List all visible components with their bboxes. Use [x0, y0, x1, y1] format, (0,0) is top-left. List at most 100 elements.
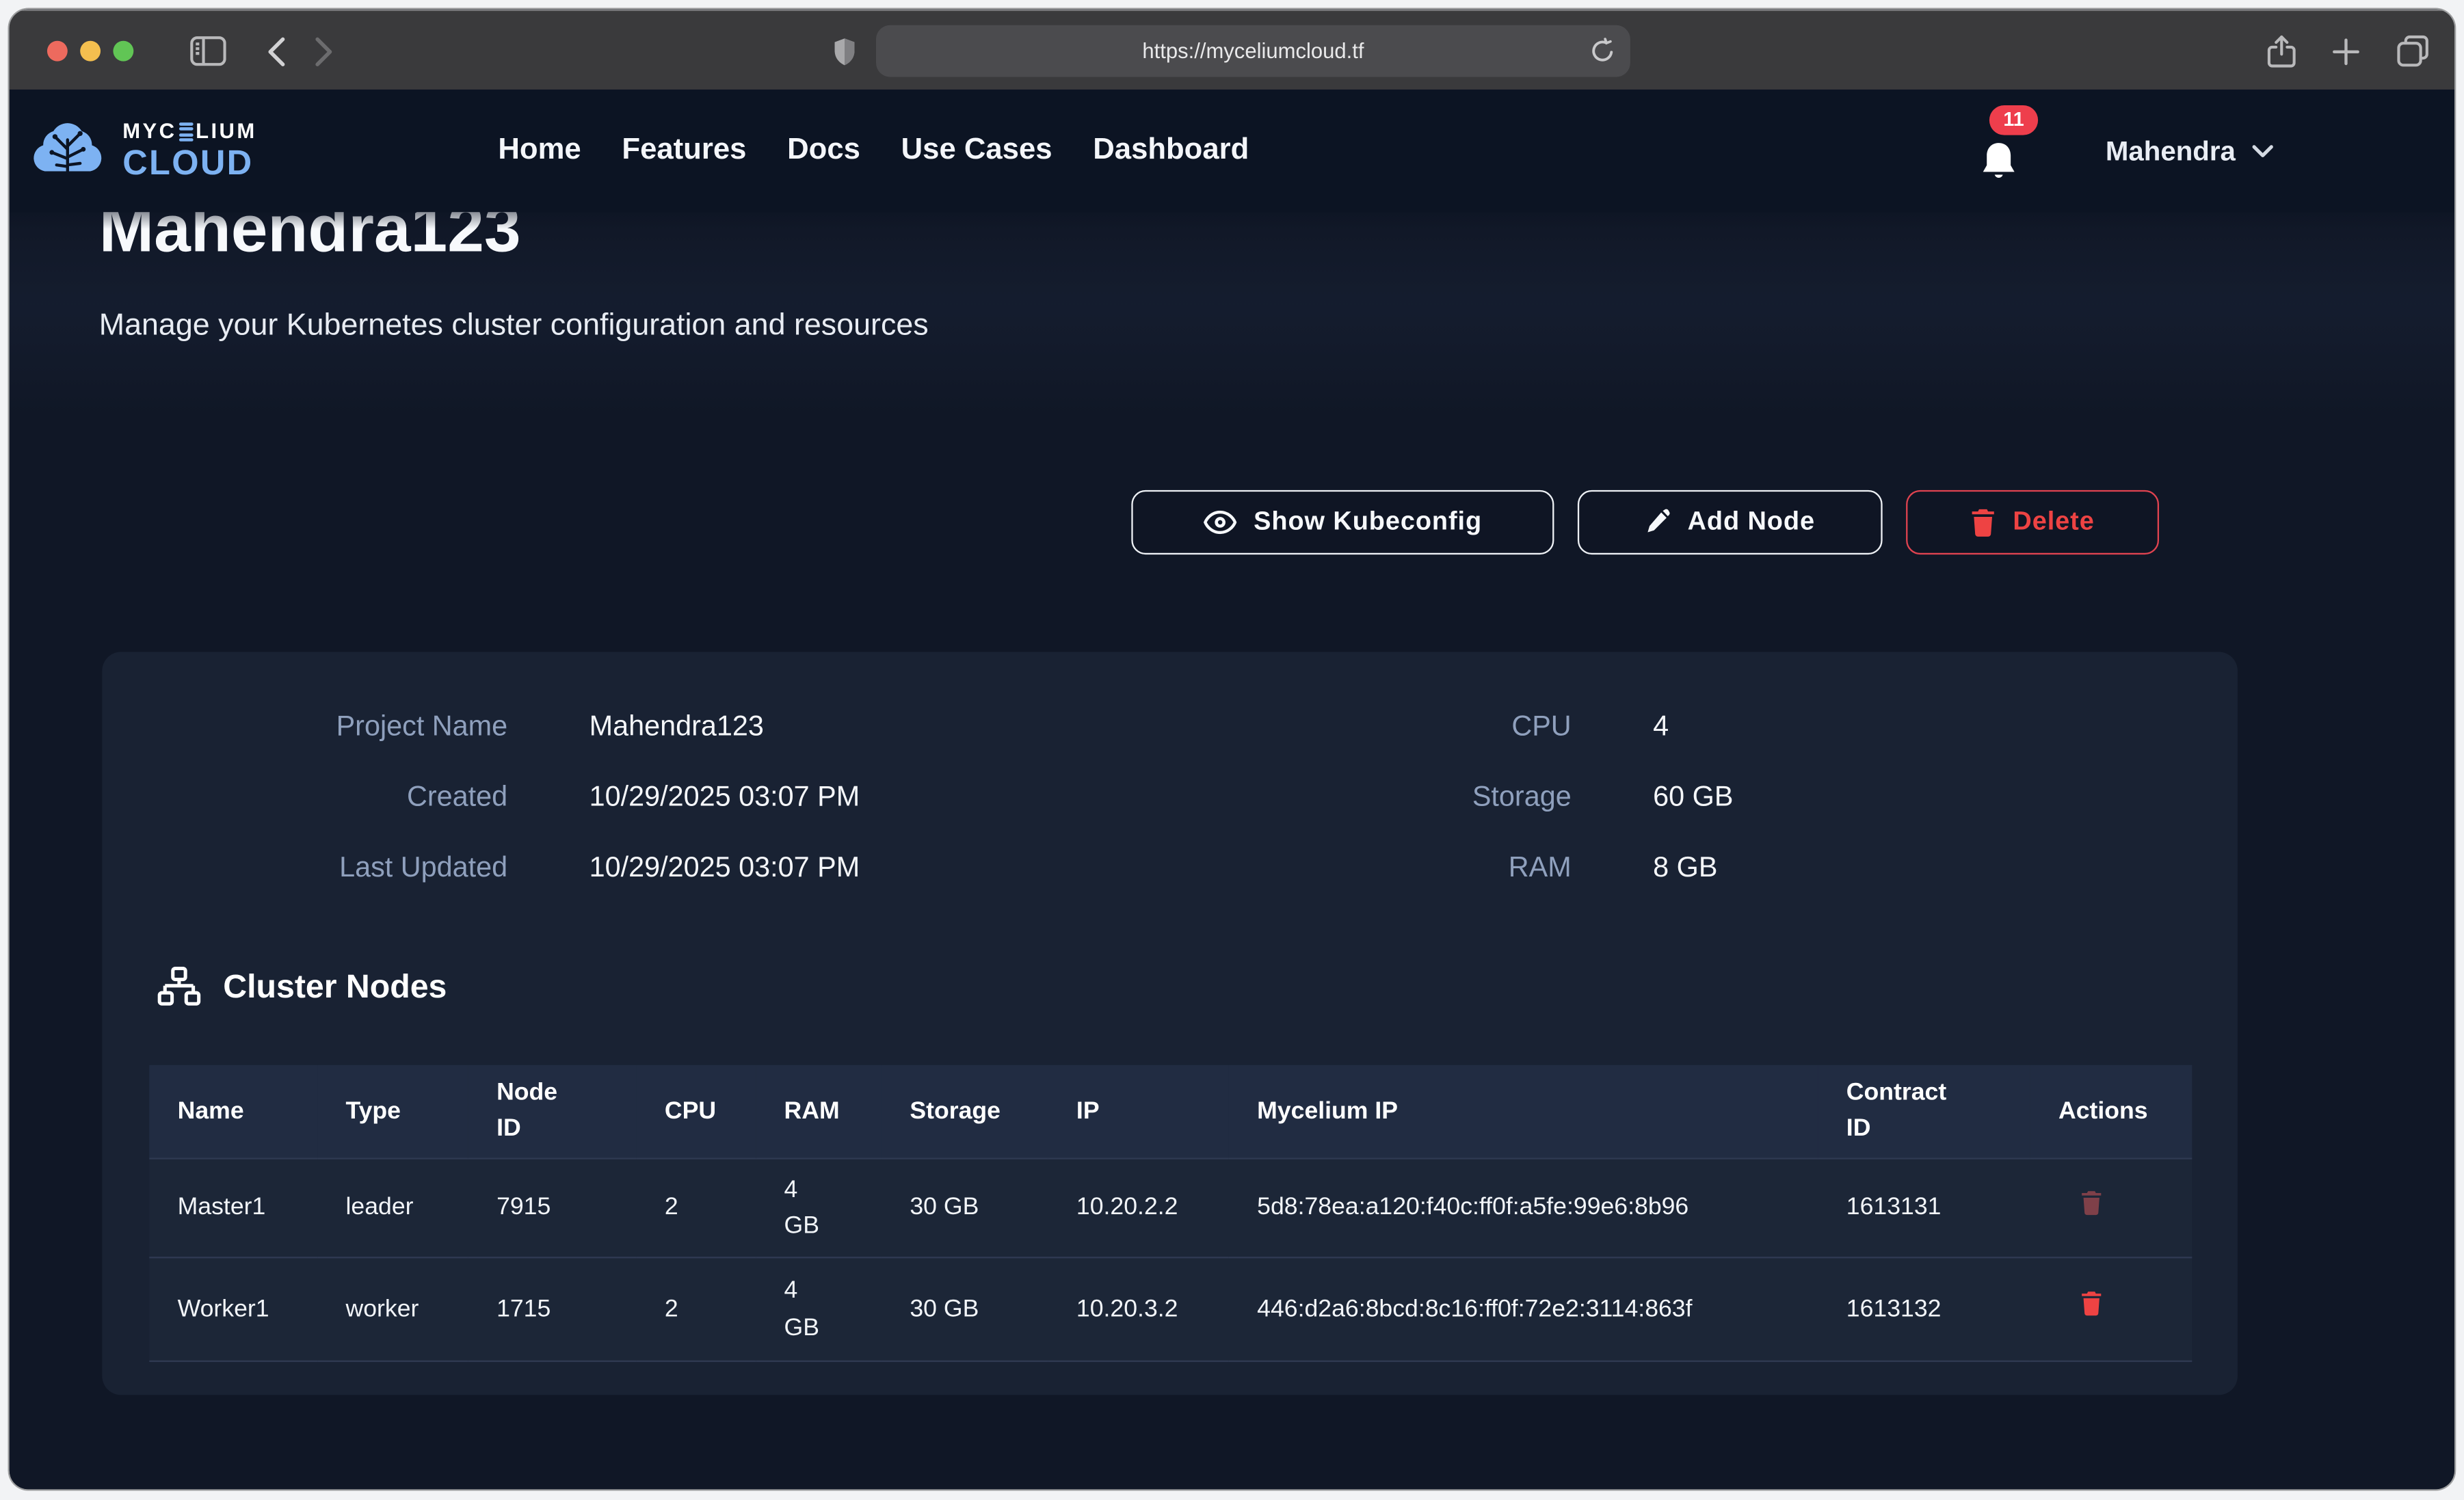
cell-ram: 4 GB: [756, 1157, 882, 1257]
delete-node-button[interactable]: [2080, 1188, 2102, 1215]
cell-name: Master1: [149, 1157, 317, 1257]
cell-cpu: 2: [637, 1257, 756, 1361]
col-ram: RAM: [756, 1065, 882, 1158]
toolbar-right-icons: [2268, 11, 2430, 91]
add-node-button[interactable]: Add Node: [1578, 490, 1883, 554]
cluster-actions: Show Kubeconfig Add Node: [1131, 490, 2159, 554]
cell-contract-id: 1613131: [1818, 1157, 2030, 1257]
nav-use-cases[interactable]: Use Cases: [901, 133, 1052, 168]
brand-name-top: MYCLIUM: [122, 121, 256, 142]
col-mycelium-ip: Mycelium IP: [1229, 1065, 1818, 1158]
nav-dashboard[interactable]: Dashboard: [1093, 133, 1249, 168]
cell-ip: 10.20.3.2: [1048, 1257, 1229, 1361]
cell-node-id: 1715: [468, 1257, 637, 1361]
cluster-details-right: CPU 4 Storage 60 GB RAM 8 GB: [1202, 691, 2454, 903]
trash-icon: [1970, 507, 1996, 537]
minimize-window-button[interactable]: [80, 41, 101, 62]
detail-value: 10/29/2025 03:07 PM: [589, 781, 860, 814]
traffic-lights: [47, 41, 133, 62]
detail-label: Created: [102, 781, 507, 814]
detail-row: RAM 8 GB: [1202, 833, 2454, 903]
detail-label: RAM: [1202, 851, 1572, 884]
close-window-button[interactable]: [47, 41, 68, 62]
chevron-down-icon: [2251, 144, 2273, 158]
shield-icon[interactable]: [834, 37, 856, 65]
forward-icon[interactable]: [315, 36, 334, 67]
site-header: MYCLIUM CLOUD Home Features Docs Use Cas…: [10, 90, 2454, 212]
reload-icon[interactable]: [1591, 38, 1614, 64]
col-name: Name: [149, 1065, 317, 1158]
pencil-icon: [1645, 508, 1671, 536]
cell-node-id: 7915: [468, 1157, 637, 1257]
network-icon: [157, 966, 201, 1010]
page: Mahendra123 Manage your Kubernetes clust…: [10, 90, 2454, 1489]
brand-logo-text: MYCLIUM CLOUD: [122, 121, 256, 180]
col-storage: Storage: [882, 1065, 1048, 1158]
zoom-window-button[interactable]: [113, 41, 133, 62]
col-ip: IP: [1048, 1065, 1229, 1158]
browser-toolbar: https://myceliumcloud.tf: [10, 10, 2454, 91]
notifications-button[interactable]: 11: [1972, 118, 2035, 193]
table-row: Worker1 worker 1715 2 4 GB 30 GB 10.20.3…: [149, 1257, 2192, 1361]
cell-mycelium-ip: 446:d2a6:8bcd:8c16:ff0f:72e2:3114:863f: [1229, 1257, 1818, 1361]
brand-name-bottom: CLOUD: [122, 146, 256, 180]
detail-label: CPU: [1202, 710, 1572, 743]
detail-row: Storage 60 GB: [1202, 762, 2454, 832]
show-kubeconfig-label: Show Kubeconfig: [1254, 507, 1482, 537]
eye-icon: [1204, 511, 1236, 534]
detail-value: Mahendra123: [589, 710, 764, 743]
col-node-id: Node ID: [468, 1065, 637, 1158]
share-icon[interactable]: [2268, 34, 2296, 68]
cell-storage: 30 GB: [882, 1157, 1048, 1257]
nav-features[interactable]: Features: [622, 133, 746, 168]
cell-cpu: 2: [637, 1157, 756, 1257]
cell-mycelium-ip: 5d8:78ea:a120:f40c:ff0f:a5fe:99e6:8b96: [1229, 1157, 1818, 1257]
delete-node-button[interactable]: [2080, 1290, 2102, 1317]
col-cpu: CPU: [637, 1065, 756, 1158]
detail-value: 60 GB: [1653, 781, 1733, 814]
cell-ip: 10.20.2.2: [1048, 1157, 1229, 1257]
col-contract-id: Contract ID: [1818, 1065, 2030, 1158]
table-row: Master1 leader 7915 2 4 GB 30 GB 10.20.2…: [149, 1157, 2192, 1257]
sidebar-toggle-icon[interactable]: [190, 36, 226, 66]
add-node-label: Add Node: [1688, 507, 1815, 537]
brand-logo[interactable]: MYCLIUM CLOUD: [28, 118, 256, 184]
address-bar[interactable]: https://myceliumcloud.tf: [876, 25, 1630, 77]
page-subtitle: Manage your Kubernetes cluster configura…: [99, 308, 929, 344]
main-nav: Home Features Docs Use Cases Dashboard: [498, 133, 1249, 168]
cell-type: worker: [317, 1257, 468, 1361]
detail-row: CPU 4: [1202, 691, 2454, 762]
user-menu[interactable]: Mahendra: [2106, 90, 2273, 212]
detail-value: 4: [1653, 710, 1669, 743]
browser-window: https://myceliumcloud.tf: [10, 10, 2454, 1489]
show-kubeconfig-button[interactable]: Show Kubeconfig: [1131, 490, 1554, 554]
detail-label: Last Updated: [102, 851, 507, 884]
cell-actions: [2030, 1257, 2193, 1361]
back-icon[interactable]: [267, 36, 287, 67]
col-type: Type: [317, 1065, 468, 1158]
cell-contract-id: 1613132: [1818, 1257, 2030, 1361]
tab-overview-icon[interactable]: [2396, 35, 2429, 68]
bell-icon: [1978, 139, 2019, 183]
detail-label: Storage: [1202, 781, 1572, 814]
mycelium-cloud-logo-icon: [28, 118, 107, 184]
cell-actions: [2030, 1157, 2193, 1257]
screenshot-stage: https://myceliumcloud.tf: [0, 0, 2464, 1500]
address-area: https://myceliumcloud.tf: [834, 11, 1630, 91]
cell-ram: 4 GB: [756, 1257, 882, 1361]
cluster-nodes-table-wrap: Name Type Node ID CPU RAM Storage IP Myc…: [149, 1065, 2192, 1362]
nav-home[interactable]: Home: [498, 133, 581, 168]
delete-cluster-button[interactable]: Delete: [1906, 490, 2159, 554]
notification-badge: 11: [1989, 105, 2038, 135]
delete-label: Delete: [2013, 507, 2094, 537]
cluster-nodes-table: Name Type Node ID CPU RAM Storage IP Myc…: [149, 1065, 2192, 1362]
address-url: https://myceliumcloud.tf: [1142, 39, 1364, 62]
cluster-card: Project Name Mahendra123 Created 10/29/2…: [102, 652, 2238, 1395]
stylized-e-icon: [179, 122, 194, 142]
nav-docs[interactable]: Docs: [787, 133, 860, 168]
cell-name: Worker1: [149, 1257, 317, 1361]
new-tab-icon[interactable]: [2332, 37, 2360, 65]
cell-type: leader: [317, 1157, 468, 1257]
detail-value: 10/29/2025 03:07 PM: [589, 851, 860, 884]
cluster-nodes-heading: Cluster Nodes: [157, 966, 447, 1010]
